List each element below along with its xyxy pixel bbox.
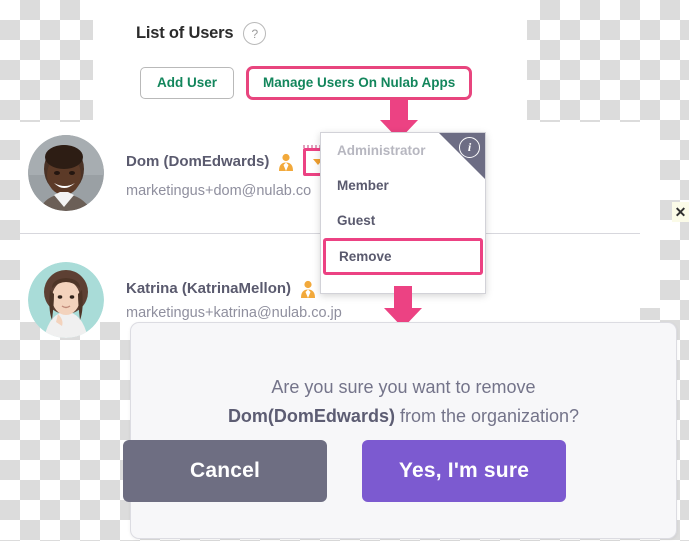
confirm-message-subject: Dom(DomEdwards) bbox=[227, 405, 395, 426]
user-name: Dom (DomEdwards) bbox=[126, 153, 270, 170]
table-row[interactable]: Dom (DomEdwards) marketingus+dom@nulab.c… bbox=[28, 135, 333, 211]
confirm-message: Are you sure you want to remove Dom(DomE… bbox=[131, 373, 676, 431]
user-name-line: Dom (DomEdwards) bbox=[126, 144, 333, 176]
user-role-icon bbox=[300, 280, 316, 298]
help-icon[interactable]: ? bbox=[243, 22, 267, 45]
menu-item-remove[interactable]: Remove bbox=[323, 238, 483, 275]
user-email: marketingus+katrina@nulab.co.jp bbox=[126, 304, 342, 321]
avatar bbox=[28, 262, 104, 338]
user-info: Dom (DomEdwards) marketingus+dom@nulab.c… bbox=[126, 144, 333, 199]
user-name-line: Katrina (KatrinaMellon) bbox=[126, 280, 342, 298]
close-icon[interactable]: ✕ bbox=[672, 202, 689, 222]
avatar bbox=[28, 135, 104, 211]
info-icon[interactable]: i bbox=[459, 137, 480, 158]
user-email: marketingus+dom@nulab.co bbox=[126, 182, 312, 199]
page-header: List of Users ? bbox=[136, 22, 267, 45]
menu-item-guest[interactable]: Guest bbox=[321, 203, 485, 238]
confirm-message-line1: Are you sure you want to remove bbox=[271, 377, 536, 397]
cancel-button[interactable]: Cancel bbox=[123, 440, 327, 502]
user-info: Katrina (KatrinaMellon) marketingus+katr… bbox=[126, 280, 342, 321]
role-dropdown-menu[interactable]: i Administrator Member Guest Remove bbox=[320, 132, 486, 294]
toolbar: Add User Manage Users On Nulab Apps bbox=[140, 66, 473, 100]
dialog-button-row: Cancel Yes, I'm sure bbox=[0, 440, 689, 502]
page-title: List of Users bbox=[136, 24, 234, 42]
confirm-message-line2: from the organization? bbox=[394, 405, 580, 426]
remove-user-confirm-dialog: Are you sure you want to remove Dom(DomE… bbox=[130, 322, 677, 539]
user-name: Katrina (KatrinaMellon) bbox=[126, 280, 292, 297]
user-role-icon bbox=[278, 153, 294, 171]
manage-users-on-nulab-apps-button[interactable]: Manage Users On Nulab Apps bbox=[246, 66, 473, 100]
confirm-remove-button[interactable]: Yes, I'm sure bbox=[362, 440, 566, 502]
add-user-button[interactable]: Add User bbox=[140, 67, 235, 99]
